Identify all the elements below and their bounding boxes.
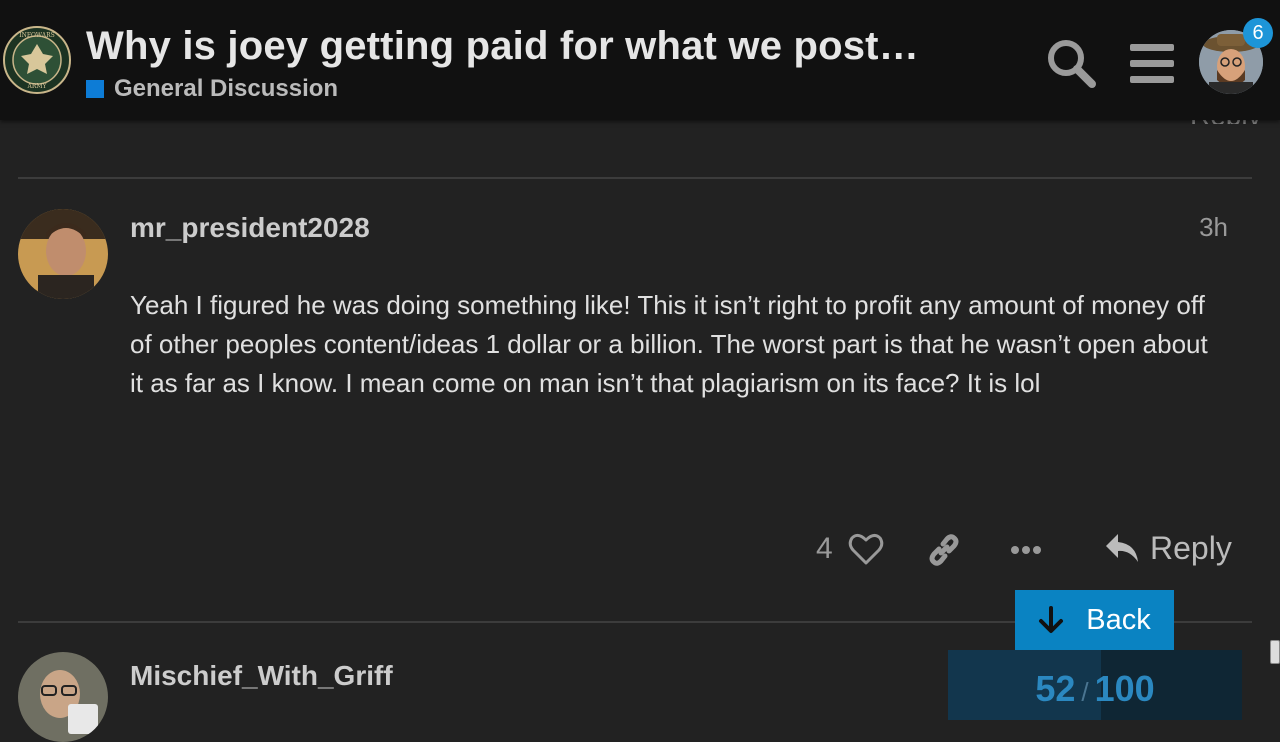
search-icon[interactable] [1044,36,1098,90]
post-author-avatar[interactable] [18,209,108,299]
progress-current: 52 [1035,668,1076,709]
topic-progress[interactable]: 52/100 [948,650,1242,720]
notification-badge[interactable]: 6 [1243,18,1273,48]
hamburger-menu-icon[interactable] [1128,40,1176,88]
progress-text: 52/100 [948,668,1242,710]
post-body: Yeah I figured he was doing something li… [130,290,1208,398]
site-header: INFOWARS ARMY Why is joey getting paid f… [0,0,1280,120]
like-count[interactable]: 4 [816,532,833,566]
svg-text:ARMY: ARMY [27,83,48,90]
svg-text:INFOWARS: INFOWARS [19,32,55,39]
author-avatar-icon [18,209,108,299]
more-options-icon[interactable] [1008,540,1044,560]
reply-arrow-icon [1106,533,1138,562]
link-icon[interactable] [926,532,962,568]
post-divider [18,177,1252,179]
heart-icon[interactable] [848,532,884,566]
next-author-avatar-icon [18,652,108,742]
reply-button[interactable]: Reply [1104,530,1232,567]
reply-label: Reply [1150,530,1232,566]
scrollbar-thumb[interactable] [1270,640,1280,664]
progress-separator: / [1081,677,1089,707]
next-post-author-avatar[interactable] [18,652,108,742]
next-post-username[interactable]: Mischief_With_Griff [130,660,393,692]
infowars-army-seal-icon[interactable]: INFOWARS ARMY [3,26,71,94]
category-badge[interactable]: General Discussion [86,75,338,103]
post-date[interactable]: 3h [1199,212,1228,243]
back-button[interactable]: Back [1015,590,1174,650]
back-label: Back [1086,603,1151,636]
post-username[interactable]: mr_president2028 [130,212,370,244]
category-label: General Discussion [114,75,339,102]
category-color-square [86,80,104,98]
arrow-down-icon [1039,606,1064,633]
topic-title[interactable]: Why is joey getting paid for what we pos… [86,24,919,69]
progress-total: 100 [1094,668,1155,709]
